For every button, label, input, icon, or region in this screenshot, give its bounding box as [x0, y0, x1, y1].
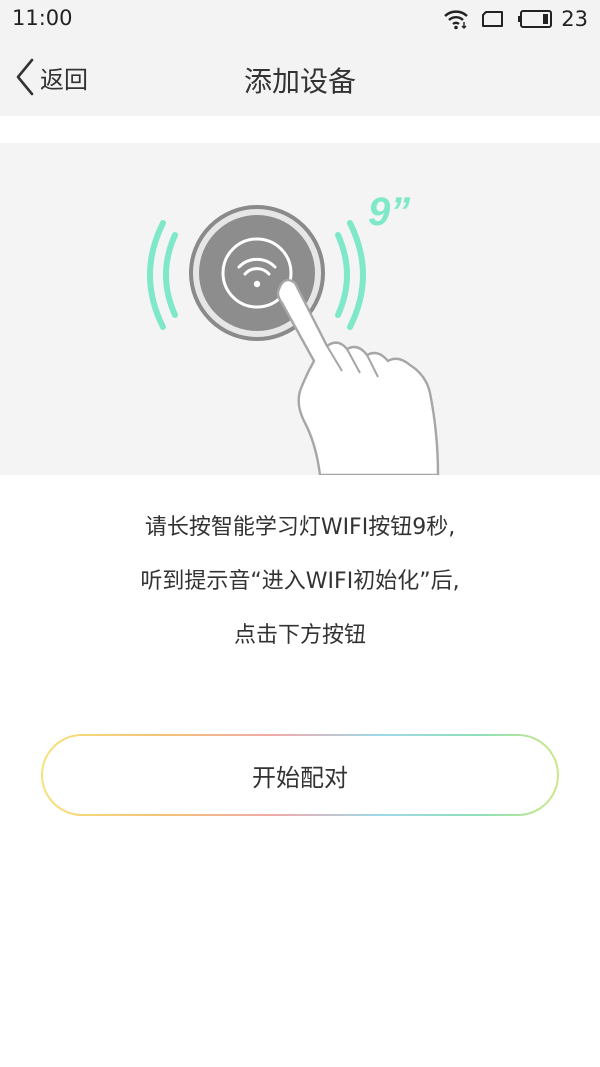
instruction-line-1: 请长按智能学习灯WIFI按钮9秒,: [144, 515, 456, 540]
status-time: 11:00: [12, 6, 73, 30]
instruction-line-2: 听到提示音“进入WIFI初始化”后,: [140, 569, 460, 594]
battery-icon: [518, 10, 553, 28]
page-title: 添加设备: [243, 65, 356, 98]
start-pairing-label: 开始配对: [43, 736, 557, 814]
battery-level: 23: [561, 7, 588, 31]
wifi-icon: [444, 10, 469, 30]
press-button-illustration: 9”: [147, 190, 440, 475]
countdown-label: 9”: [368, 190, 410, 234]
start-pairing-button[interactable]: 开始配对: [41, 734, 559, 816]
status-icons: 23: [431, 6, 588, 32]
status-bar: 11:00 23: [0, 0, 600, 38]
screen-rotation-icon: [482, 11, 504, 27]
right-signal-icon: [335, 220, 366, 330]
add-device-screen: 11:00 23 返回 添加设备 9” 请长按智能学习灯WIFI按钮9秒, 听到…: [0, 0, 600, 1067]
instruction-illustration: 9”: [0, 143, 600, 475]
left-signal-icon: [147, 220, 178, 330]
nav-header: 返回 添加设备: [0, 38, 600, 116]
instruction-line-3: 点击下方按钮: [233, 623, 366, 648]
instruction-text: 请长按智能学习灯WIFI按钮9秒, 听到提示音“进入WIFI初始化”后, 点击下…: [0, 505, 600, 667]
